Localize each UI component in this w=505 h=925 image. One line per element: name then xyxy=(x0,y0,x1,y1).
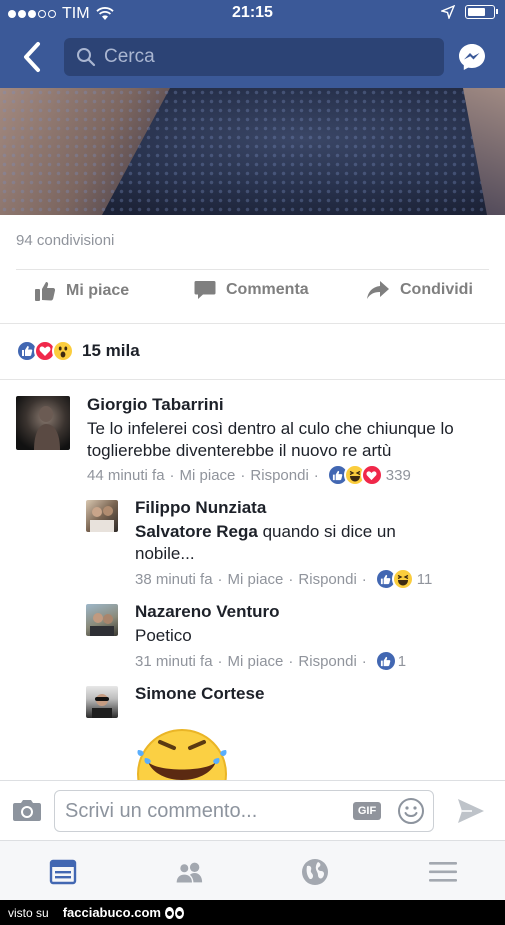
share-count[interactable]: 94 condivisioni xyxy=(16,232,114,249)
share-button[interactable]: Condividi xyxy=(366,280,473,300)
wow-icon xyxy=(52,340,74,362)
top-bar: TIM 21:15 xyxy=(0,0,505,88)
haha-icon xyxy=(391,568,414,590)
laughing-emoji-sticker[interactable] xyxy=(134,728,234,784)
divider xyxy=(0,323,505,324)
comment-time: 38 minuti fa xyxy=(135,570,213,588)
comment-button[interactable]: Commenta xyxy=(194,280,309,300)
like-button[interactable]: Mi piace xyxy=(34,280,129,302)
like-icon xyxy=(374,650,397,672)
eyes-logo-icon xyxy=(164,906,184,919)
search-icon xyxy=(77,48,96,67)
comment-author[interactable]: Simone Cortese xyxy=(135,684,264,704)
comment-reactions[interactable]: 11 xyxy=(374,568,433,590)
comment-author[interactable]: Filippo Nunziata xyxy=(135,498,266,518)
comment-reply-link[interactable]: Rispondi xyxy=(298,571,356,588)
comment-author[interactable]: Giorgio Tabarrini xyxy=(87,395,224,415)
status-bar: TIM 21:15 xyxy=(0,0,505,28)
battery-fill xyxy=(468,8,485,16)
search-bar[interactable] xyxy=(64,38,444,76)
comment-meta: 44 minuti fa · Mi piace · Rispondi · 339 xyxy=(87,464,411,486)
comment-reaction-count: 339 xyxy=(385,466,411,484)
share-label: Condividi xyxy=(400,281,473,298)
comment-author[interactable]: Nazareno Venturo xyxy=(135,602,280,622)
camera-icon[interactable] xyxy=(12,798,42,822)
watermark-footer: visto su facciabuco.com xyxy=(0,900,505,925)
avatar[interactable] xyxy=(86,686,118,718)
emoji-smile-icon[interactable] xyxy=(397,797,425,825)
post-actions: Mi piace Commenta Condividi xyxy=(0,280,505,314)
comment-like-link[interactable]: Mi piace xyxy=(228,653,284,670)
send-arrow-icon[interactable] xyxy=(457,798,485,824)
reactions-summary[interactable]: 15 mila xyxy=(16,340,140,362)
post-photo[interactable] xyxy=(0,88,505,215)
feed-icon xyxy=(49,859,77,885)
battery-icon xyxy=(465,5,498,19)
comment-reactions[interactable]: 1 xyxy=(374,650,407,672)
location-arrow-icon xyxy=(441,5,455,19)
menu-icon xyxy=(429,862,457,882)
globe-icon xyxy=(302,859,328,885)
love-icon xyxy=(360,464,383,486)
tab-menu[interactable] xyxy=(428,857,458,887)
gif-button[interactable]: GIF xyxy=(353,802,381,820)
avatar[interactable] xyxy=(86,500,118,532)
messenger-icon[interactable] xyxy=(457,42,487,72)
clock: 21:15 xyxy=(232,4,273,21)
comment-time: 31 minuti fa xyxy=(135,652,213,670)
divider xyxy=(0,379,505,380)
avatar[interactable] xyxy=(86,604,118,636)
avatar[interactable] xyxy=(16,396,70,450)
photo-lace-pattern xyxy=(0,88,505,215)
tab-notifications[interactable] xyxy=(300,857,330,887)
comment-like-link[interactable]: Mi piace xyxy=(180,467,236,484)
tab-friends[interactable] xyxy=(174,857,204,887)
comment-text: Poetico xyxy=(135,626,192,645)
watermark-prefix: visto su xyxy=(8,905,49,920)
comment-reply-link[interactable]: Rispondi xyxy=(298,653,356,670)
comment-input-box[interactable]: GIF xyxy=(54,790,434,832)
tab-feed[interactable] xyxy=(48,857,78,887)
share-arrow-icon xyxy=(367,281,389,299)
comment-like-link[interactable]: Mi piace xyxy=(228,571,284,588)
divider xyxy=(16,269,489,270)
comment-reactions[interactable]: 339 xyxy=(326,464,411,486)
comment-text: Salvatore Rega quando si dice un nobile.… xyxy=(135,521,455,565)
like-label: Mi piace xyxy=(66,282,130,299)
bottom-tab-bar xyxy=(0,840,505,900)
reaction-count: 15 mila xyxy=(82,341,140,360)
thumbs-up-icon xyxy=(35,282,56,301)
search-input[interactable] xyxy=(104,46,404,68)
comment-meta: 38 minuti fa · Mi piace · Rispondi · 11 xyxy=(135,568,432,590)
comment-input[interactable] xyxy=(65,799,345,823)
comment-composer: GIF xyxy=(0,780,505,840)
watermark-brand[interactable]: facciabuco.com xyxy=(63,905,161,920)
comment-text: Te lo infelerei così dentro al culo che … xyxy=(87,419,454,460)
comment-bubble-icon xyxy=(194,281,216,299)
comment-reply-link[interactable]: Rispondi xyxy=(250,467,308,484)
comment-label: Commenta xyxy=(226,281,309,298)
friends-icon xyxy=(175,862,203,884)
back-chevron-icon[interactable] xyxy=(18,40,46,74)
comment-reaction-count: 11 xyxy=(416,570,433,588)
comment-time: 44 minuti fa xyxy=(87,466,165,484)
comment-meta: 31 minuti fa · Mi piace · Rispondi · 1 xyxy=(135,650,406,672)
tagged-user[interactable]: Salvatore Rega xyxy=(135,522,258,541)
comment-reaction-count: 1 xyxy=(397,652,407,670)
